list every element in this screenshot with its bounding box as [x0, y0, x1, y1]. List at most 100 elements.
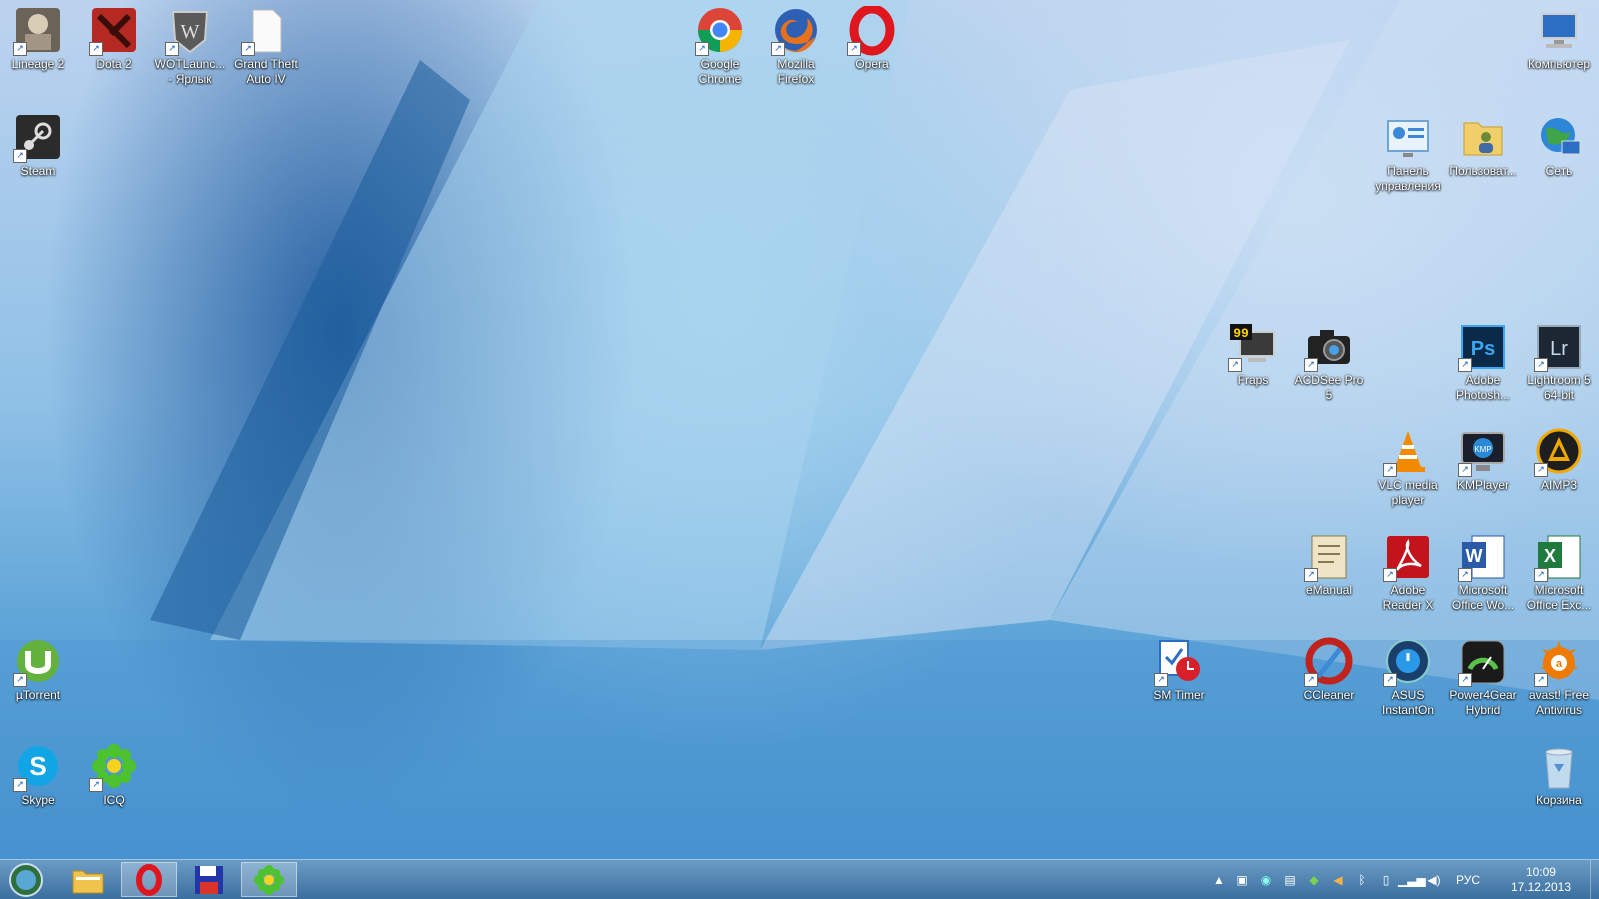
- nvidia-tray-icon[interactable]: ◆: [1302, 873, 1326, 887]
- network-icon: [1534, 113, 1584, 163]
- desktop-icon-aimp[interactable]: ↗ AIMP3: [1521, 423, 1597, 523]
- desktop-icon-chrome[interactable]: ↗ Google Chrome: [682, 2, 758, 102]
- computer-icon: [1534, 6, 1584, 56]
- lightroom-icon: Lr ↗: [1534, 322, 1584, 372]
- timer-icon: ↗: [1154, 637, 1204, 687]
- desktop-icon-label: Adobe Reader X: [1382, 583, 1434, 612]
- desktop-icon-sm-timer[interactable]: ↗ SM Timer: [1141, 633, 1217, 733]
- camera-icon: ↗: [1304, 322, 1354, 372]
- control-panel-icon: [1383, 113, 1433, 163]
- speaker-tray-icon[interactable]: ◀: [1326, 873, 1350, 887]
- desktop-icon-acdsee[interactable]: ↗ ACDSee Pro 5: [1291, 318, 1367, 418]
- taskbar-floppy[interactable]: [181, 862, 237, 897]
- desktop-icon-fraps[interactable]: 99 ↗ Fraps: [1215, 318, 1291, 418]
- desktop-icon-steam[interactable]: ↗ Steam: [0, 109, 76, 209]
- desktop-icon-utorrent[interactable]: ↗ µTorrent: [0, 633, 76, 733]
- desktop-icon-wot[interactable]: W ↗ WOTLaunc... - Ярлык: [152, 2, 228, 102]
- desktop-icon-label: Lineage 2: [11, 57, 65, 71]
- icq-icon: [254, 864, 284, 895]
- desktop-icon-label: Power4Gear Hybrid: [1449, 688, 1517, 717]
- desktop-icon-emanual[interactable]: ↗ eManual: [1291, 528, 1367, 628]
- desktop-icon-label: Корзина: [1536, 793, 1582, 807]
- excel-icon: X ↗: [1534, 532, 1584, 582]
- desktop-icon-recycle-bin[interactable]: Корзина: [1521, 738, 1597, 838]
- avast-icon: a ↗: [1534, 637, 1584, 687]
- clock-date: 17.12.2013: [1510, 880, 1571, 894]
- battery-icon[interactable]: ▯: [1374, 873, 1398, 887]
- desktop-icon-label: Adobe Photosh...: [1455, 373, 1511, 402]
- show-hidden-icons-chevron-icon[interactable]: ▲: [1208, 873, 1230, 887]
- taskbar-icq[interactable]: [241, 862, 297, 897]
- desktop-icon-computer[interactable]: Компьютер: [1521, 2, 1597, 102]
- desktop-icon-label: AIMP3: [1540, 478, 1577, 492]
- language-indicator[interactable]: РУС: [1446, 873, 1490, 887]
- volume-icon[interactable]: ◀): [1422, 873, 1446, 887]
- svg-text:99: 99: [1233, 326, 1249, 341]
- desktop-icon-label: µTorrent: [15, 688, 61, 702]
- dota2-icon: ↗: [89, 6, 139, 56]
- recycle-bin-icon: [1534, 742, 1584, 792]
- adobe-reader-icon: ↗: [1383, 532, 1433, 582]
- user-folder-icon: [1458, 113, 1508, 163]
- svg-text:W: W: [1466, 546, 1483, 566]
- desktop-icon-firefox[interactable]: ↗ Mozilla Firefox: [758, 2, 834, 102]
- desktop-icon-network[interactable]: Сеть: [1521, 109, 1597, 209]
- asus-instanton-icon: ↗: [1383, 637, 1433, 687]
- desktop-icon-excel[interactable]: X ↗ Microsoft Office Exc...: [1521, 528, 1597, 628]
- desktop-icon-skype[interactable]: S ↗ Skype: [0, 738, 76, 838]
- desktop-icon-label: Компьютер: [1527, 57, 1591, 71]
- taskbar-file-explorer[interactable]: [60, 862, 116, 897]
- desktop-icon-adobe-reader[interactable]: ↗ Adobe Reader X: [1370, 528, 1446, 628]
- desktop-icon-icq[interactable]: ↗ ICQ: [76, 738, 152, 838]
- svg-text:W: W: [181, 21, 200, 43]
- blank-document-icon: ↗: [241, 6, 291, 56]
- desktop-icon-lineage2[interactable]: ↗ Lineage 2: [0, 2, 76, 102]
- svg-text:S: S: [29, 751, 46, 781]
- start-button[interactable]: [0, 862, 52, 897]
- desktop-icon-ccleaner[interactable]: ↗ CCleaner: [1291, 633, 1367, 733]
- desktop-icon-label: Grand Theft Auto IV: [234, 57, 298, 86]
- desktop-icon-label: Fraps: [1237, 373, 1269, 387]
- desktop-icon-opera[interactable]: ↗ Opera: [834, 2, 910, 102]
- desktop-icon-photoshop[interactable]: Ps ↗ Adobe Photosh...: [1445, 318, 1521, 418]
- desktop-icon-word[interactable]: W ↗ Microsoft Office Wo...: [1445, 528, 1521, 628]
- wifi-signal-icon[interactable]: ▁▃▅: [1398, 873, 1426, 887]
- desktop-icon-label: KMPlayer: [1456, 478, 1509, 492]
- desktop-icon-vlc[interactable]: ↗ VLC media player: [1370, 423, 1446, 523]
- kmplayer-icon: KMP ↗: [1458, 427, 1508, 477]
- desktop-icon-avast[interactable]: a ↗ avast! Free Antivirus: [1521, 633, 1597, 733]
- taskbar-opera[interactable]: [121, 862, 177, 897]
- steam-icon: ↗: [13, 113, 63, 163]
- desktop-icon-label: ACDSee Pro 5: [1294, 373, 1364, 402]
- desktop-icon-control-panel[interactable]: Панель управления: [1370, 109, 1446, 209]
- desktop-icon-lightroom[interactable]: Lr ↗ Lightroom 5 64-bit: [1521, 318, 1597, 418]
- show-desktop-button[interactable]: [1590, 860, 1599, 899]
- desktop-icon-label: Пользоват...: [1449, 164, 1517, 178]
- desktop-icon-label: eManual: [1305, 583, 1353, 597]
- bluetooth-icon[interactable]: ᛒ: [1350, 873, 1374, 887]
- desktop-icon-kmplayer[interactable]: KMP ↗ KMPlayer: [1445, 423, 1521, 523]
- clock[interactable]: 10:09 17.12.2013: [1511, 865, 1571, 895]
- system-tray: ▲ ▣ ◉ ▤ ◆ ◀ ᛒ ▯ ▁▃▅ ◀) РУС: [1208, 860, 1490, 899]
- start-orb-icon: [9, 862, 43, 897]
- display-tray-icon[interactable]: ▤: [1278, 873, 1302, 887]
- lineage2-icon: ↗: [13, 6, 63, 56]
- desktop-icon-power4gear[interactable]: ↗ Power4Gear Hybrid: [1445, 633, 1521, 733]
- word-icon: W ↗: [1458, 532, 1508, 582]
- chrome-icon: ↗: [695, 6, 745, 56]
- opera-icon: ↗: [847, 4, 897, 56]
- taskbar: ▲ ▣ ◉ ▤ ◆ ◀ ᛒ ▯ ▁▃▅ ◀) РУС 10:09 17.12.2…: [0, 859, 1599, 899]
- floppy-disk-icon: [195, 865, 223, 894]
- network-tray-icon[interactable]: ◉: [1254, 873, 1278, 887]
- action-center-icon[interactable]: ▣: [1230, 873, 1254, 887]
- desktop-icon-gta4[interactable]: ↗ Grand Theft Auto IV: [228, 2, 304, 102]
- desktop-icon-dota2[interactable]: ↗ Dota 2: [76, 2, 152, 102]
- desktop-icon-label: Панель управления: [1375, 164, 1441, 193]
- desktop-icon-label: Сеть: [1545, 164, 1573, 178]
- desktop-icon-label: Steam: [20, 164, 56, 178]
- desktop-icon-asus-instanton[interactable]: ↗ ASUS InstantOn: [1370, 633, 1446, 733]
- fraps-icon: 99 ↗: [1228, 322, 1278, 372]
- ccleaner-icon: ↗: [1304, 637, 1354, 687]
- svg-text:Ps: Ps: [1471, 338, 1495, 360]
- desktop-icon-user-folder[interactable]: Пользоват...: [1445, 109, 1521, 209]
